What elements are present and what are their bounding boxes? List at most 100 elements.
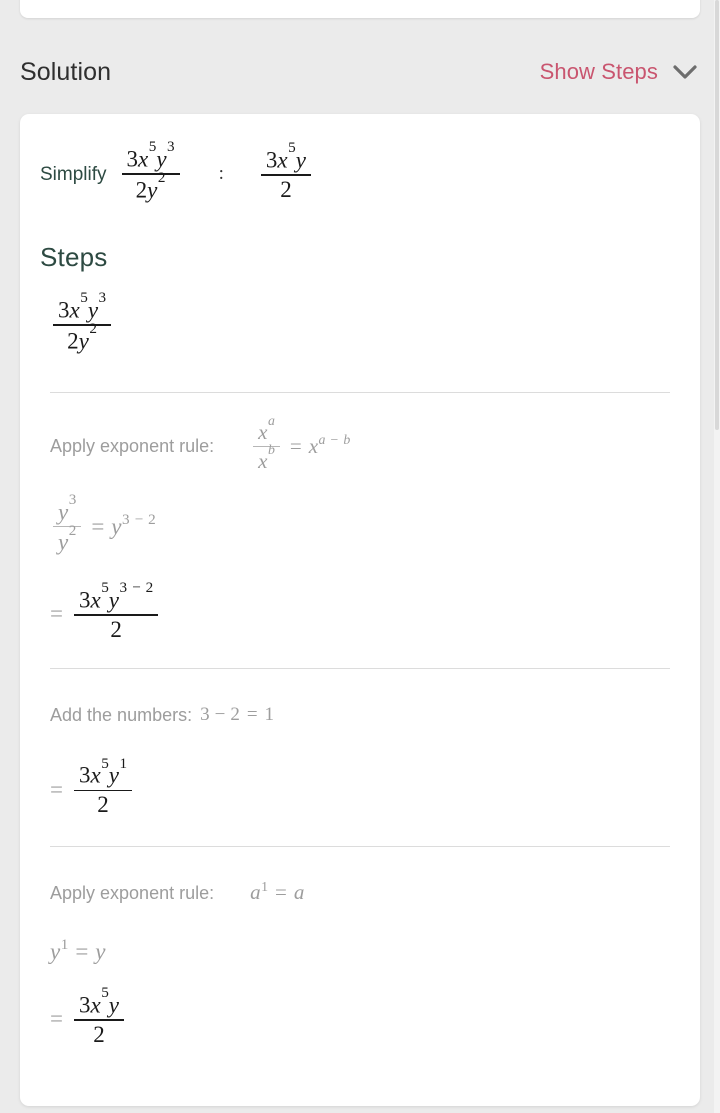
work-y-num: y: [58, 499, 69, 525]
step-work-row: y 1 = y: [50, 936, 670, 965]
chevron-down-icon[interactable]: [672, 64, 698, 80]
rule-x3-exp-minus: −: [330, 432, 339, 448]
r2-num-y-exp: 3−2: [120, 579, 154, 596]
work-math-identity: y 1 = y: [50, 936, 106, 965]
expr-num-y-exp: 3: [167, 138, 175, 156]
s1-num-x: x: [69, 297, 80, 323]
step-initial-expression: 3x5y3 2y2: [20, 289, 700, 368]
r3-num-y: y: [108, 763, 120, 789]
r3-num-y-exp: 1: [119, 754, 128, 772]
vertical-scrollbar-thumb[interactable]: [715, 0, 719, 430]
r2-num-y: y: [108, 587, 120, 613]
solution-card: Simplify 3x5y3 2y2 : 3x5y 2 Steps 3x5y3: [20, 114, 700, 1106]
step-math-initial: 3x5y3 2y2: [50, 289, 114, 354]
work-result-exp-b: 2: [148, 510, 156, 528]
r4-num-y: y: [108, 992, 120, 1018]
result-lead-equals: =: [50, 1006, 63, 1032]
step-description: Add the numbers:: [50, 705, 193, 726]
rule-equals: =: [275, 880, 287, 905]
show-steps-button[interactable]: Show Steps: [540, 61, 698, 83]
ans-num-coef: 3: [265, 147, 278, 173]
r2-num-y-exp-b: 2: [145, 579, 154, 596]
r2-den: 2: [110, 616, 122, 642]
rule-formula-identity: a 1 = a: [250, 878, 305, 905]
s1-den-y: y: [78, 328, 89, 354]
step-exponent-rule-identity: Apply exponent rule: a 1 = a y 1 = y = 3x5y 2: [20, 847, 700, 1048]
work-result: y: [95, 938, 106, 964]
step-description-row: Add the numbers: 3−2 = 1: [50, 695, 670, 735]
computation-math: 3−2 = 1: [200, 704, 274, 726]
work-result: y: [111, 513, 122, 539]
result-lead-equals: =: [50, 601, 63, 627]
rule-a2: a: [293, 880, 305, 905]
problem-answer-separator: :: [218, 163, 224, 184]
ans-num-x: x: [277, 147, 288, 173]
step-description-row: Apply exponent rule: a 1 = a: [50, 873, 670, 913]
r4-num-x: x: [90, 992, 101, 1018]
rule-x1: x: [258, 420, 268, 445]
work-y: y: [50, 938, 61, 964]
r3-num-coef: 3: [78, 763, 91, 789]
step-add-the-numbers: Add the numbers: 3−2 = 1 = 3x5y1 2: [20, 669, 700, 834]
r2-num-coef: 3: [78, 587, 91, 613]
work-equals: =: [75, 938, 89, 964]
problem-answer: 3x5y 2: [258, 139, 314, 203]
rule-x3-exp: a − b: [319, 432, 351, 448]
r2-num-x: x: [90, 587, 101, 613]
r4-num-coef: 3: [78, 992, 91, 1018]
work-math-quotient: y3 y2 = y 3−2: [50, 491, 156, 556]
work-result-exp-minus: −: [134, 510, 144, 528]
ans-den: 2: [280, 176, 292, 202]
comp-equals: =: [246, 704, 258, 726]
steps-list: 3x5y3 2y2 Apply exponent rule: xa xb = x…: [20, 289, 700, 1048]
step-exponent-rule-quotient: Apply exponent rule: xa xb = xa−b y3: [20, 393, 700, 658]
r2-num-x-exp: 5: [101, 579, 109, 596]
steps-heading: Steps: [40, 242, 108, 272]
result-math-quotient: = 3x5y3−2 2: [50, 579, 161, 643]
problem-expression: 3x5y3 2y2: [119, 138, 183, 203]
work-y-den: y: [58, 530, 69, 556]
expr-den-coef: 2: [135, 177, 148, 203]
work-y-den-exp: 2: [68, 521, 77, 539]
result-lead-equals: =: [50, 776, 63, 802]
step-description: Apply exponent rule:: [50, 882, 215, 903]
show-steps-label: Show Steps: [539, 59, 658, 84]
simplify-label: Simplify: [40, 163, 107, 185]
problem-statement: Simplify 3x5y3 2y2 : 3x5y 2: [40, 138, 314, 203]
expr-num-coef: 3: [126, 146, 139, 172]
rule-x1-exp: a: [267, 412, 275, 428]
s1-num-y-exp: 3: [98, 289, 107, 307]
work-result-exp: 3−2: [122, 511, 156, 529]
ans-num-x-exp: 5: [288, 138, 296, 156]
rule-formula-quotient: xa xb = x a − b: [250, 413, 351, 474]
work-y-num-exp: 3: [68, 490, 77, 508]
rule-x3: x: [308, 433, 319, 458]
comp-minus: −: [214, 704, 226, 726]
previous-card-edge: [20, 0, 700, 18]
comp-result: 1: [264, 704, 275, 726]
comp-b: 2: [230, 704, 240, 726]
work-y-exp: 1: [60, 936, 69, 954]
rule-x2-exp: b: [267, 441, 275, 457]
ans-num-y: y: [295, 147, 306, 173]
expr-num-x: x: [138, 146, 149, 172]
vertical-scrollbar-track[interactable]: [714, 0, 720, 1113]
r3-num-x-exp: 5: [101, 754, 109, 772]
rule-a1-exp: 1: [261, 878, 269, 894]
result-math-final: = 3x5y 2: [50, 984, 127, 1048]
r3-den: 2: [97, 792, 109, 818]
r4-num-x-exp: 5: [101, 984, 109, 1002]
step-description: Apply exponent rule:: [50, 436, 215, 457]
rule-x2: x: [258, 449, 268, 474]
s1-den-coef: 2: [67, 328, 79, 354]
step-result-row: = 3x5y3−2 2: [50, 579, 670, 659]
step-description-row: Apply exponent rule: xa xb = x a − b: [50, 413, 670, 474]
expr-den-y-exp: 2: [157, 168, 166, 186]
r3-num-x: x: [90, 763, 101, 789]
work-result-exp-a: 3: [122, 510, 130, 528]
s1-num-y: y: [87, 297, 99, 323]
s1-den-y-exp: 2: [89, 319, 97, 337]
step-work-row: y3 y2 = y 3−2: [50, 491, 670, 556]
expr-num-x-exp: 5: [148, 138, 157, 156]
rule-equals: =: [289, 433, 302, 458]
